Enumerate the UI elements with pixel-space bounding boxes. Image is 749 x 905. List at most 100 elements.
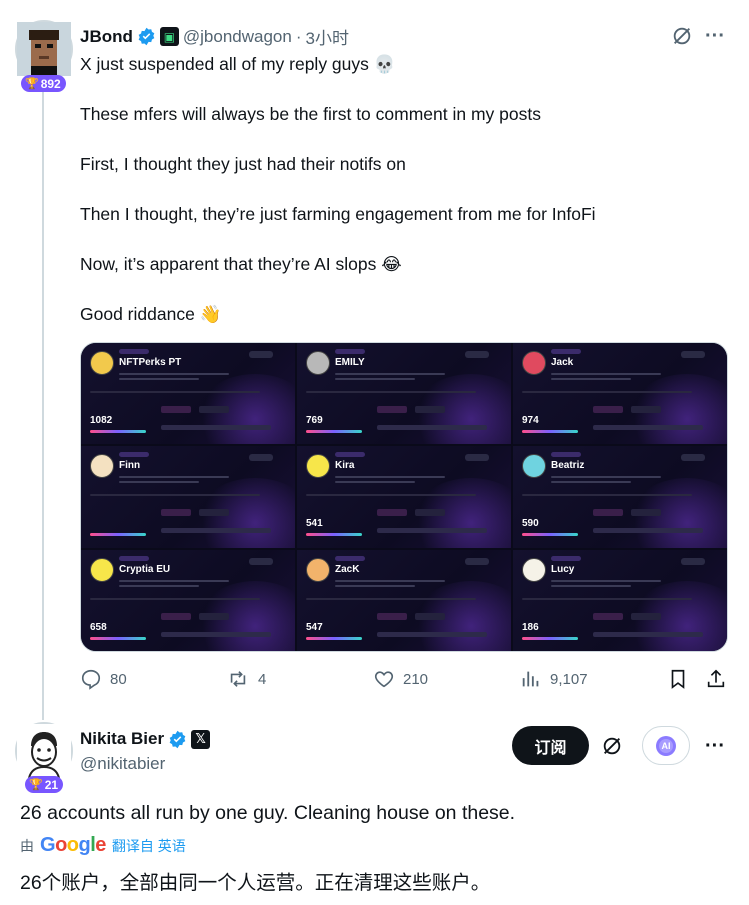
card-button: [249, 557, 273, 565]
verified-badge-icon: [169, 730, 186, 748]
card-line: [119, 481, 199, 484]
card-row: [161, 631, 271, 637]
card-line: [522, 597, 692, 600]
card-tag: [335, 555, 365, 561]
author-handle[interactable]: @jbondwagon: [183, 27, 292, 47]
separator: ·: [295, 26, 302, 46]
ai-button[interactable]: AI: [642, 726, 690, 765]
card-chip: [161, 509, 191, 517]
tweet-media-image[interactable]: NFTPerks PT 1082 EMILY 769 Jack 974 Finn Kira 54…: [80, 342, 728, 652]
card-row: [377, 528, 487, 534]
card-score: 1082: [90, 415, 113, 426]
card-name: NFTPerks PT: [119, 357, 182, 368]
card-avatar: [522, 454, 546, 479]
card-name: Jack: [551, 357, 574, 368]
card-tag: [119, 555, 149, 561]
profile-card: Lucy 186: [513, 549, 727, 651]
thread-line: [42, 90, 44, 720]
card-line: [551, 373, 661, 375]
profile-card: Jack 974: [513, 343, 727, 445]
bookmark-button[interactable]: [667, 668, 689, 690]
reply-count: 80: [110, 670, 127, 688]
card-row: [593, 631, 703, 637]
more-options-icon[interactable]: ···: [703, 734, 727, 758]
affiliate-logo-icon: ▣: [159, 27, 179, 46]
x-logo-icon: 𝕏: [191, 729, 211, 749]
more-options-icon[interactable]: ···: [703, 24, 727, 48]
card-line: [306, 597, 476, 600]
card-score-bar: [306, 533, 362, 537]
timestamp[interactable]: 3小时: [306, 24, 349, 49]
card-tag: [119, 349, 149, 354]
author-name[interactable]: Nikita Bier: [80, 729, 164, 749]
card-tag: [335, 349, 365, 354]
profile-card: Beatriz 590: [513, 446, 727, 548]
card-tag: [551, 349, 581, 354]
card-button: [465, 454, 489, 462]
card-score: 769: [306, 415, 323, 426]
card-chip: [161, 612, 191, 620]
card-chip: [377, 509, 407, 517]
card-row: [377, 425, 487, 430]
profile-card: ZacK 547: [297, 549, 511, 651]
card-row: [161, 425, 271, 430]
card-button: [681, 351, 705, 358]
subscribe-button[interactable]: 订阅: [512, 726, 589, 765]
heart-icon: [374, 671, 394, 688]
profile-card: Kira 541: [297, 446, 511, 548]
card-button: [465, 557, 489, 565]
card-score: 541: [306, 518, 323, 530]
punk-avatar-icon: [17, 22, 71, 76]
author-name[interactable]: JBond: [80, 27, 133, 47]
tweet-paragraph: First, I thought they just had their not…: [80, 154, 406, 174]
profile-card: Finn: [81, 446, 295, 548]
cartoon-avatar-icon: [17, 724, 71, 779]
card-button: [249, 351, 273, 358]
card-button: [465, 351, 489, 358]
card-score: 547: [306, 621, 323, 633]
reply-icon: [81, 669, 101, 690]
card-score-bar: [90, 636, 146, 640]
card-line: [335, 584, 415, 587]
tweet-header: JBond ▣ @jbondwagon · 3小时: [80, 24, 349, 49]
avatar[interactable]: [15, 20, 73, 78]
avatar[interactable]: [15, 722, 73, 780]
card-score-bar: [522, 533, 578, 537]
card-chip: [199, 509, 229, 517]
trophy-icon: 🏆: [25, 78, 39, 90]
card-chip: [199, 612, 229, 620]
card-line: [119, 373, 229, 375]
handle-row: @nikitabier: [80, 754, 165, 774]
translate-link[interactable]: 翻译自 英语: [112, 836, 186, 856]
google-logo: Google: [40, 834, 106, 856]
card-line: [119, 378, 199, 380]
card-score-bar: [90, 430, 146, 433]
reply-button[interactable]: 80: [80, 668, 127, 690]
share-icon: [707, 669, 725, 688]
views-button[interactable]: 9,107: [520, 668, 588, 690]
card-tag: [119, 452, 149, 458]
author-handle[interactable]: @nikitabier: [80, 754, 165, 774]
card-chip: [593, 406, 623, 413]
card-line: [551, 579, 661, 582]
card-line: [90, 391, 260, 393]
repost-button[interactable]: 4: [226, 668, 266, 690]
card-score-bar: [90, 533, 146, 537]
card-avatar: [306, 351, 330, 375]
like-button[interactable]: 210: [373, 668, 428, 690]
card-avatar: [306, 557, 330, 582]
card-line: [335, 378, 415, 380]
card-chip: [377, 406, 407, 413]
card-name: EMILY: [335, 357, 365, 368]
card-line: [335, 476, 445, 479]
card-tag: [551, 452, 581, 458]
share-button[interactable]: [705, 668, 727, 690]
card-chip: [377, 612, 407, 620]
card-line: [522, 391, 692, 393]
card-chip: [415, 509, 445, 517]
card-name: Cryptia EU: [119, 563, 171, 575]
grok-icon[interactable]: [600, 734, 624, 758]
ai-label: AI: [661, 740, 671, 751]
verified-badge-icon: [138, 27, 155, 46]
grok-icon[interactable]: [670, 24, 694, 48]
